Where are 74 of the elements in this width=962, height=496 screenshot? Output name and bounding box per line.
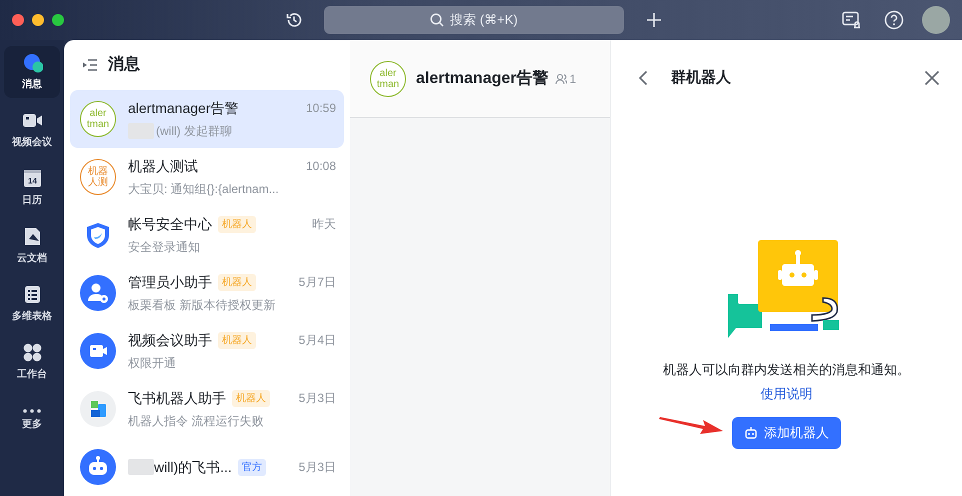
conversation-item[interactable]: will)的飞书... 官方 5月3日 xyxy=(70,438,344,496)
panel-description: 机器人可以向群内发送相关的消息和通知。 xyxy=(663,361,910,379)
conversation-item[interactable]: 飞书机器人助手 机器人 5月3日 机器人指令 流程运行失败 xyxy=(70,380,344,438)
conversation-time: 昨天 xyxy=(312,216,336,234)
conversation-name: 管理员小助手 xyxy=(128,272,212,292)
calendar-icon: 14 xyxy=(22,168,42,189)
message-preview: 安全登录通知 xyxy=(128,238,200,256)
close-icon xyxy=(924,70,940,86)
conversation-time: 5月4日 xyxy=(298,332,336,350)
window-control[interactable] xyxy=(12,14,24,26)
nav-item[interactable]: 消息 xyxy=(4,46,60,98)
text-avatar: aler tman xyxy=(370,60,406,96)
conversation-time: 10:59 xyxy=(306,100,336,118)
conversation-name: will)的飞书... xyxy=(154,458,232,477)
conversation-item[interactable]: aler tman alertmanager告警 10:59 (will) 发起群聊 xyxy=(70,90,344,148)
add-robot-button[interactable]: 添加机器人 xyxy=(732,417,841,449)
help-link[interactable]: 使用说明 xyxy=(760,384,812,403)
robot-icon xyxy=(80,449,116,485)
conversation-item[interactable]: 机器 人测 机器人测试 10:08 大宝贝: 通知组{}:{alertnam... xyxy=(70,148,344,206)
search-icon xyxy=(430,13,444,27)
conversation-item[interactable]: 帐号安全中心 机器人 昨天 安全登录通知 xyxy=(70,206,344,264)
conversation-name: 机器人测试 xyxy=(128,156,198,176)
back-icon xyxy=(638,70,648,86)
plus-icon xyxy=(646,12,662,28)
collapse-list-icon xyxy=(82,58,98,72)
message-preview: (will) 发起群聊 xyxy=(156,122,232,140)
conversation-time: 5月3日 xyxy=(298,459,336,476)
tag: 机器人 xyxy=(232,390,270,407)
chat-title: alertmanager告警 xyxy=(416,68,548,88)
tag: 官方 xyxy=(238,458,266,476)
window-control[interactable] xyxy=(52,14,64,26)
tag: 机器人 xyxy=(218,332,256,349)
panel-title: 群机器人 xyxy=(671,68,731,88)
conversation-item[interactable]: 管理员小助手 机器人 5月7日 板栗看板 新版本待授权更新 xyxy=(70,264,344,322)
text-avatar: aler tman xyxy=(80,100,116,137)
message-preview: 大宝贝: 通知组{}:{alertnam... xyxy=(128,180,279,198)
annotation-arrow xyxy=(659,414,725,436)
robot-icon xyxy=(744,426,758,440)
nav-item[interactable]: 更多 xyxy=(4,394,60,446)
member-count: 1 xyxy=(570,70,576,88)
message-preview: 机器人指令 流程运行失败 xyxy=(128,412,264,430)
conversation-name: 视频会议助手 xyxy=(128,330,212,350)
avatar-placeholder[interactable] xyxy=(922,6,950,34)
conversation-time: 5月7日 xyxy=(298,274,336,292)
conversation-name: alertmanager告警 xyxy=(128,98,238,118)
grid-icon xyxy=(22,342,42,363)
nav-item[interactable]: 多维表格 xyxy=(4,278,60,330)
video-camera-icon xyxy=(80,332,116,369)
search-field[interactable]: 搜索 (⌘+K) xyxy=(324,6,624,34)
list-title: 消息 xyxy=(108,54,140,75)
tag: 机器人 xyxy=(218,274,256,291)
conversation-time: 5月3日 xyxy=(298,390,336,408)
nav-item[interactable]: 14 日历 xyxy=(4,162,60,214)
help-button[interactable] xyxy=(882,8,906,32)
history-icon xyxy=(285,11,303,29)
message-preview: 板栗看板 新版本待授权更新 xyxy=(128,296,276,314)
help-icon xyxy=(884,10,904,30)
card-bell-icon xyxy=(842,11,862,29)
text-avatar: 机器 人测 xyxy=(80,158,116,195)
conversation-item[interactable]: 视频会议助手 机器人 5月4日 权限开通 xyxy=(70,322,344,380)
conversation-name: 飞书机器人助手 xyxy=(128,388,226,408)
members-icon xyxy=(554,72,566,84)
nav-item[interactable]: 工作台 xyxy=(4,336,60,388)
conversation-time: 10:08 xyxy=(306,158,336,176)
window-control[interactable] xyxy=(32,14,44,26)
colored-blocks-icon xyxy=(80,390,116,427)
more-icon xyxy=(23,408,41,412)
message-preview: 权限开通 xyxy=(128,354,176,372)
tag: 机器人 xyxy=(218,216,256,233)
nav-item[interactable]: 视频会议 xyxy=(4,104,60,156)
chat-bubbles-icon xyxy=(22,52,42,73)
conversation-name: 帐号安全中心 xyxy=(128,214,212,234)
nav-item[interactable]: 云文档 xyxy=(4,220,60,272)
user-gear-icon xyxy=(80,274,116,311)
